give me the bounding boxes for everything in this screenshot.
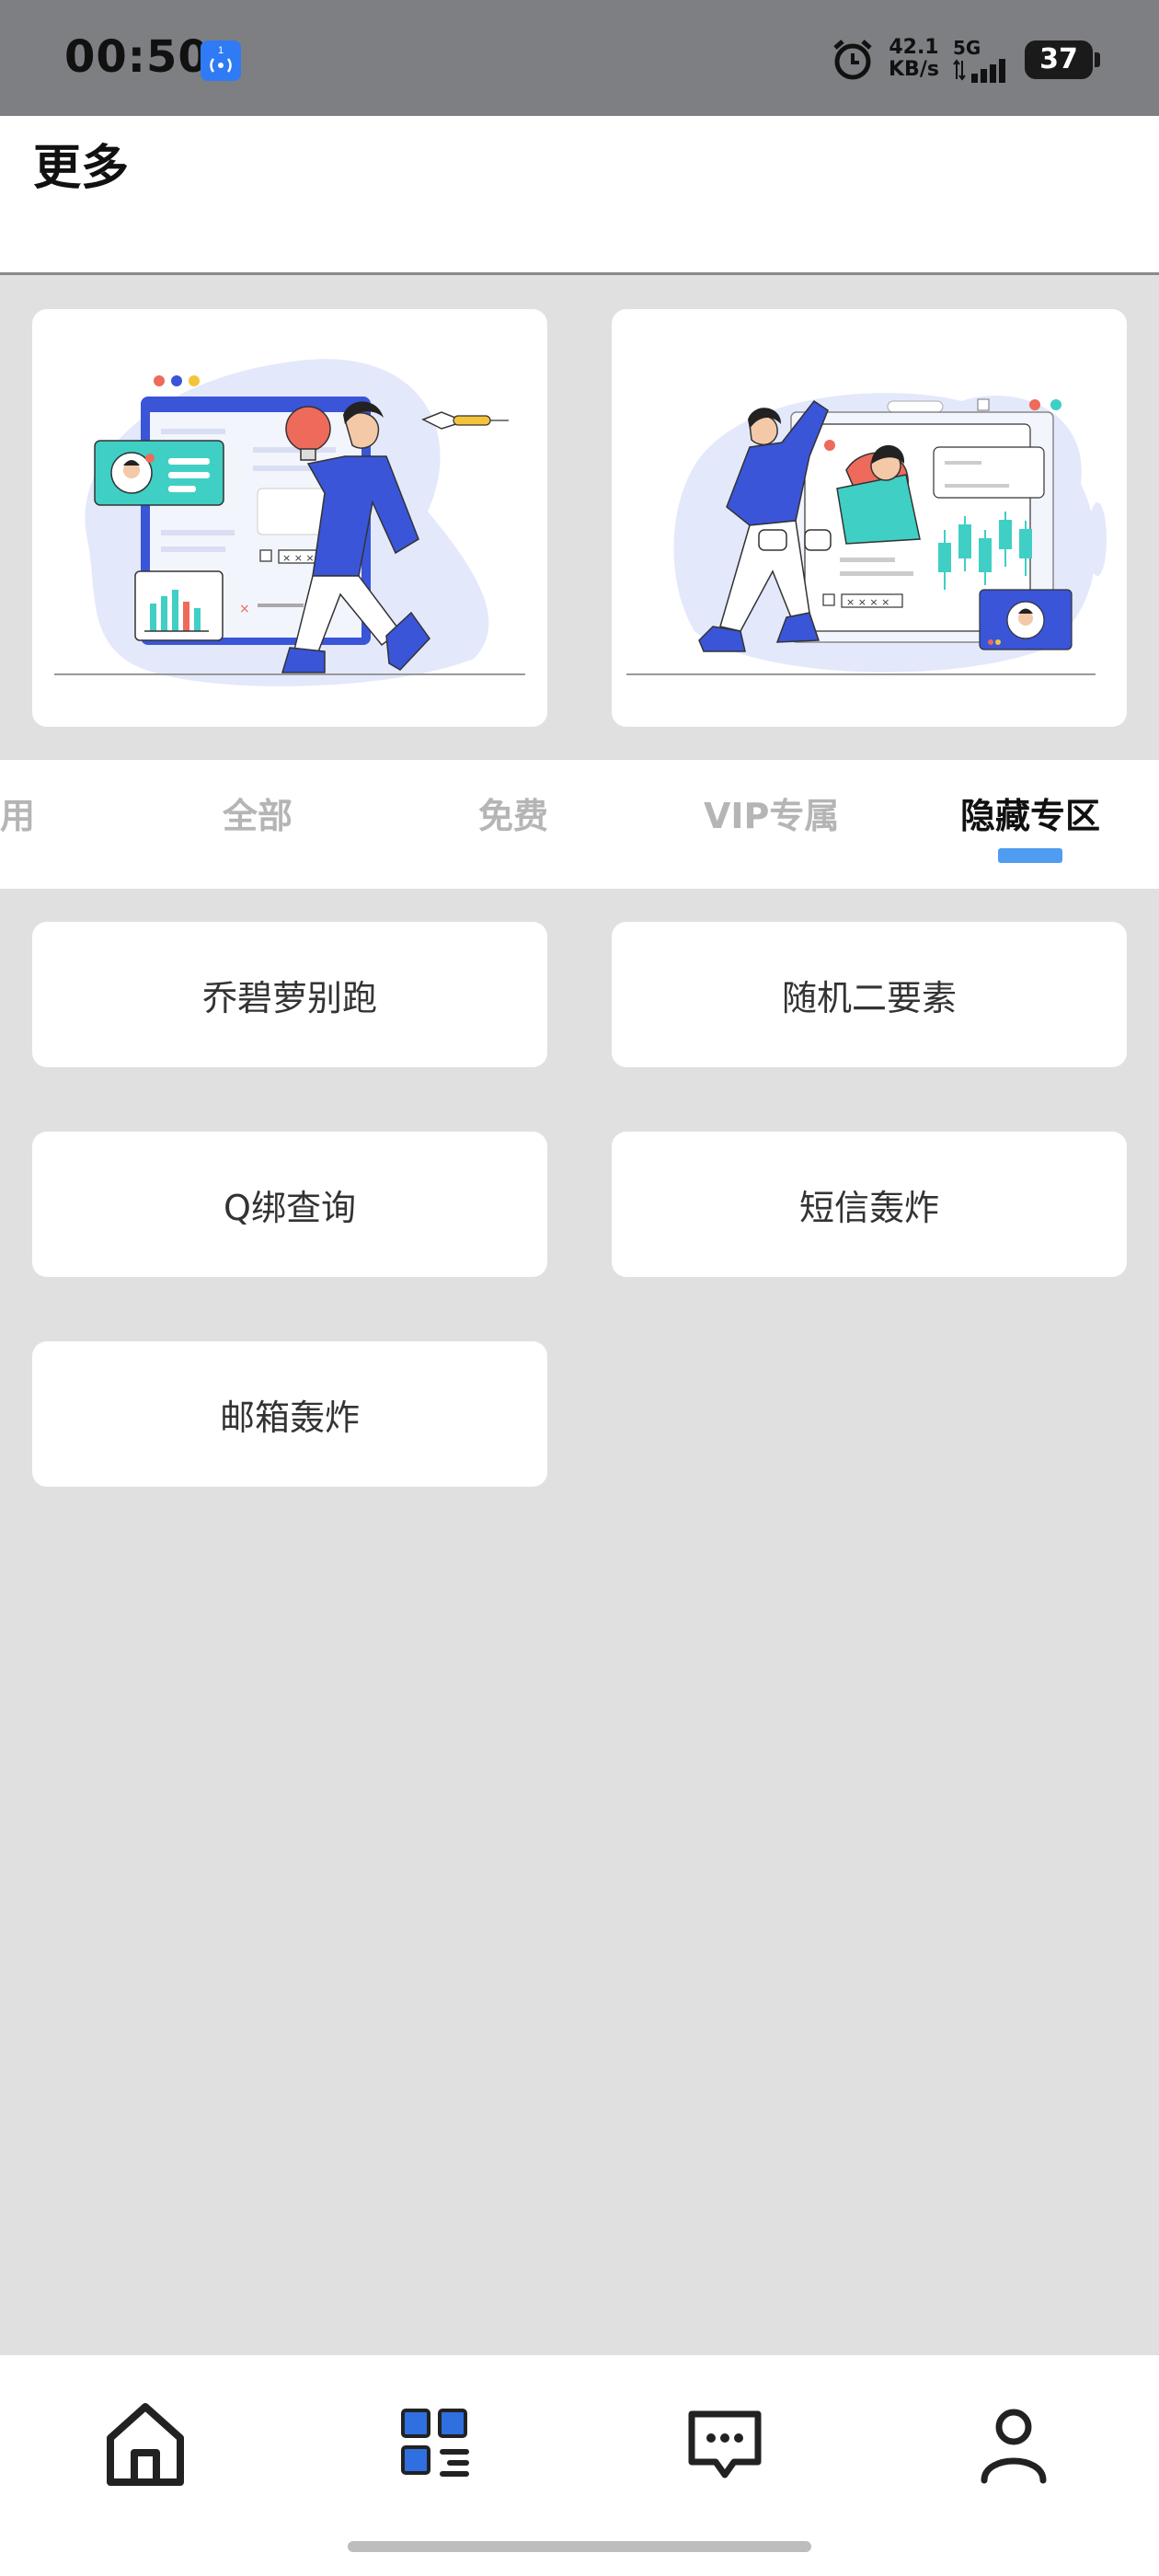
battery-indicator: 37 <box>1025 40 1100 79</box>
banner-card-2[interactable]: × × × × <box>612 309 1127 727</box>
svg-text:×: × <box>239 602 250 616</box>
home-indicator[interactable] <box>348 2541 811 2552</box>
home-icon[interactable] <box>99 2398 191 2490</box>
tab-all[interactable]: 全部 <box>223 788 293 838</box>
active-tab-indicator <box>998 848 1062 863</box>
tab-vip[interactable]: VIP专属 <box>704 788 839 838</box>
svg-text:× × × ×: × × × × <box>846 596 889 608</box>
tab-partial[interactable]: 用 <box>0 788 35 838</box>
page-header: 更多 <box>0 116 1159 275</box>
network-speed: 42.1 KB/s <box>889 36 939 81</box>
banner-card-1[interactable]: × × × × × <box>32 309 547 727</box>
illustration-idea-person: × × × × × <box>54 359 525 686</box>
svg-text:1: 1 <box>218 45 224 56</box>
illustration-two-people-chart: × × × × <box>626 393 1107 675</box>
status-time: 00:50 <box>64 31 210 83</box>
tool-button[interactable]: Q绑查询 <box>32 1132 547 1277</box>
tool-button[interactable]: 邮箱轰炸 <box>32 1341 547 1487</box>
apps-grid-icon[interactable] <box>390 2398 482 2490</box>
status-bar: 00:50 1 42.1 KB/s 5G 37 <box>0 0 1159 116</box>
hotspot-icon: 1 <box>201 40 241 81</box>
alarm-icon <box>833 40 872 80</box>
tab-free[interactable]: 免费 <box>478 788 548 838</box>
tool-button[interactable]: 短信轰炸 <box>612 1132 1127 1277</box>
signal-bars-icon <box>953 59 1005 83</box>
tab-hidden-zone[interactable]: 隐藏专区 <box>960 788 1100 838</box>
signal-indicator: 5G <box>953 37 1014 83</box>
user-icon[interactable] <box>968 2398 1060 2490</box>
tool-button[interactable]: 乔碧萝别跑 <box>32 922 547 1067</box>
tool-button[interactable]: 随机二要素 <box>612 922 1127 1067</box>
message-icon[interactable] <box>679 2398 771 2490</box>
page-title: 更多 <box>33 141 130 196</box>
category-tabs: 用 全部 免费 VIP专属 隐藏专区 <box>0 760 1159 889</box>
